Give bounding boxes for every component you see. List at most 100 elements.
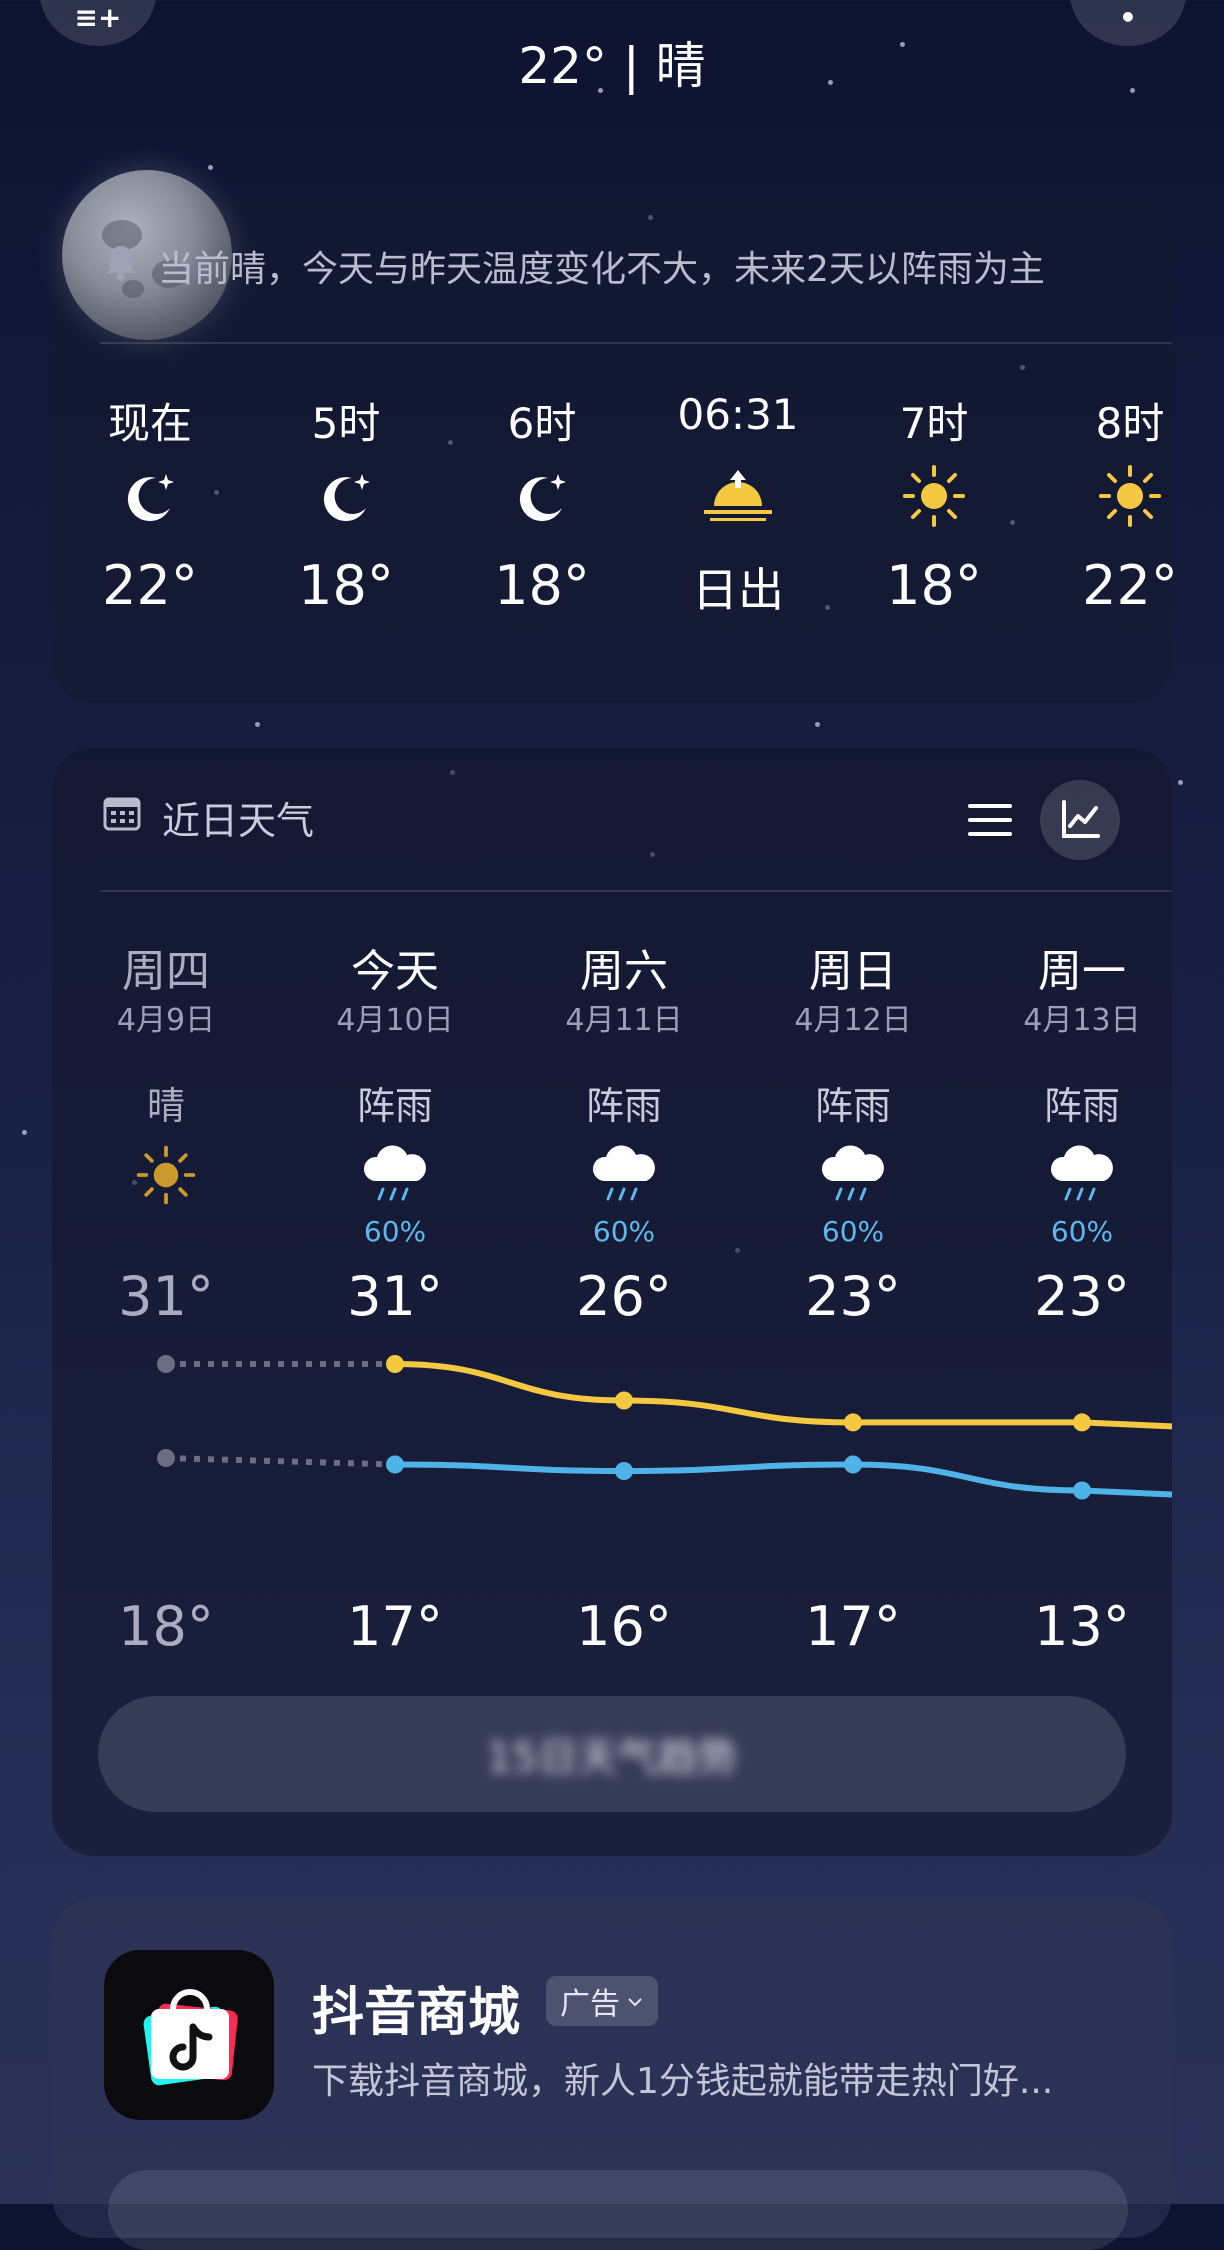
sun-icon	[1050, 446, 1210, 546]
day-high: 31°	[347, 1265, 443, 1328]
day-low: 17°	[805, 1595, 901, 1658]
high-temp-point	[844, 1413, 862, 1432]
rain-chance	[66, 1215, 266, 1265]
high-temp-point	[386, 1355, 404, 1373]
douyin-mall-icon[interactable]	[104, 1950, 274, 2120]
day-item[interactable]: 周四 4月9日 晴 31°	[66, 935, 266, 1328]
hour-temp: 18°	[886, 554, 982, 617]
ad-description: 下载抖音商城，新人1分钱起就能带走热门好...	[312, 2061, 1054, 2102]
day-date: 4月12日	[794, 1003, 912, 1038]
rain-cloud-icon	[295, 1135, 495, 1215]
hour-label: 5时	[311, 399, 381, 448]
rain-chance: 60%	[1050, 1215, 1114, 1248]
hour-label: 现在	[107, 399, 192, 448]
daily-section-title: 近日天气	[162, 799, 315, 843]
ad-badge[interactable]: 广告	[546, 1976, 658, 2026]
hourly-item[interactable]: 7时 18°	[854, 390, 1014, 617]
moon-night-icon	[462, 446, 622, 546]
day-name: 今天	[351, 946, 439, 997]
chart-view-icon	[1062, 800, 1100, 838]
day-condition: 阵雨	[356, 1084, 433, 1128]
day-high: 31°	[118, 1265, 214, 1328]
moon-night-icon	[70, 446, 230, 546]
bell-icon	[102, 242, 140, 291]
high-temp-point	[615, 1391, 633, 1410]
ad-action-bar[interactable]	[108, 2170, 1128, 2250]
chevron-down-icon	[626, 1984, 644, 2019]
hour-temp: 18°	[494, 554, 590, 617]
hour-label: 7时	[899, 399, 969, 448]
rain-cloud-icon	[982, 1135, 1182, 1215]
low-temp-point	[386, 1455, 404, 1474]
weather-notice: 当前晴，今天与昨天温度变化不大，未来2天以阵雨为主	[102, 240, 1045, 292]
day-name: 周日	[809, 946, 897, 997]
divider	[100, 342, 1172, 344]
day-low: 17°	[347, 1595, 443, 1658]
divider	[100, 890, 1172, 892]
day-date: 4月10日	[336, 1003, 454, 1038]
day-date: 4月9日	[116, 1003, 216, 1038]
hourly-item[interactable]: 8时 22°	[1050, 390, 1210, 617]
high-temp-line	[392, 1361, 1172, 1430]
day-low: 13°	[1034, 1595, 1130, 1658]
ad-badge-label: 广告	[560, 1987, 620, 2022]
list-view-icon	[968, 804, 1012, 836]
forecast-trend-label: 15日天气趋势	[486, 1735, 738, 1781]
day-item[interactable]: 周日 4月12日 阵雨 60% 23°	[753, 935, 953, 1328]
hour-temp: 22°	[1082, 554, 1178, 617]
low-temp-past-segment	[165, 1455, 396, 1468]
hour-label: 6时	[507, 399, 577, 448]
low-temp-line	[392, 1461, 1172, 1498]
sun-icon	[66, 1135, 266, 1215]
day-item[interactable]: 今天 4月10日 阵雨 60% 31°	[295, 935, 495, 1328]
temperature-line-chart	[157, 1355, 1172, 1500]
day-date: 4月13日	[1023, 1003, 1141, 1038]
day-date: 4月11日	[565, 1003, 683, 1038]
low-temp-point	[1073, 1481, 1091, 1500]
low-temp-point	[157, 1449, 175, 1467]
sunrise-time: 06:31	[677, 390, 799, 439]
day-name: 周一	[1038, 946, 1126, 997]
day-item[interactable]: 周一 4月13日 阵雨 60% 23°	[982, 935, 1182, 1328]
rain-chance: 60%	[592, 1215, 656, 1248]
star	[22, 1130, 27, 1135]
ad-app-name[interactable]: 抖音商城	[312, 1970, 520, 2045]
rain-chance: 60%	[363, 1215, 427, 1248]
hour-label: 8时	[1095, 399, 1165, 448]
hourly-item[interactable]: 现在 22°	[70, 390, 230, 617]
star	[255, 722, 260, 727]
list-view-button[interactable]	[962, 792, 1018, 848]
sun-icon	[854, 446, 1014, 546]
day-item[interactable]: 周六 4月11日 阵雨 60% 26°	[524, 935, 724, 1328]
calendar-icon	[102, 793, 142, 842]
day-high: 23°	[1034, 1265, 1130, 1328]
low-temp-point	[615, 1462, 633, 1480]
day-name: 周六	[580, 946, 668, 997]
high-temp-point	[157, 1355, 175, 1373]
star	[208, 165, 213, 170]
rain-chance: 60%	[821, 1215, 885, 1248]
day-high: 23°	[805, 1265, 901, 1328]
hourly-item-sunrise[interactable]: 06:31 日出	[658, 390, 818, 620]
hour-temp: 22°	[102, 554, 198, 617]
sunrise-label: 日出	[692, 563, 784, 617]
high-temp-point	[1073, 1413, 1091, 1432]
day-high: 26°	[576, 1265, 672, 1328]
star	[815, 722, 820, 727]
forecast-trend-button[interactable]: 15日天气趋势	[98, 1696, 1126, 1812]
hourly-item[interactable]: 5时 18°	[266, 390, 426, 617]
day-condition: 阵雨	[1043, 1084, 1120, 1128]
sunrise-icon	[658, 446, 818, 546]
day-low: 18°	[118, 1595, 214, 1658]
notice-text: 当前晴，今天与昨天温度变化不大，未来2天以阵雨为主	[158, 249, 1045, 290]
rain-cloud-icon	[753, 1135, 953, 1215]
rain-cloud-icon	[524, 1135, 724, 1215]
day-condition: 阵雨	[814, 1084, 891, 1128]
daily-section-header: 近日天气	[102, 790, 314, 845]
day-condition: 晴	[146, 1084, 185, 1128]
hourly-item[interactable]: 6时 18°	[462, 390, 622, 617]
current-weather-title: 22° | 晴	[518, 37, 706, 95]
day-name: 周四	[122, 946, 210, 997]
chart-view-button[interactable]	[1040, 780, 1120, 860]
hour-temp: 18°	[298, 554, 394, 617]
